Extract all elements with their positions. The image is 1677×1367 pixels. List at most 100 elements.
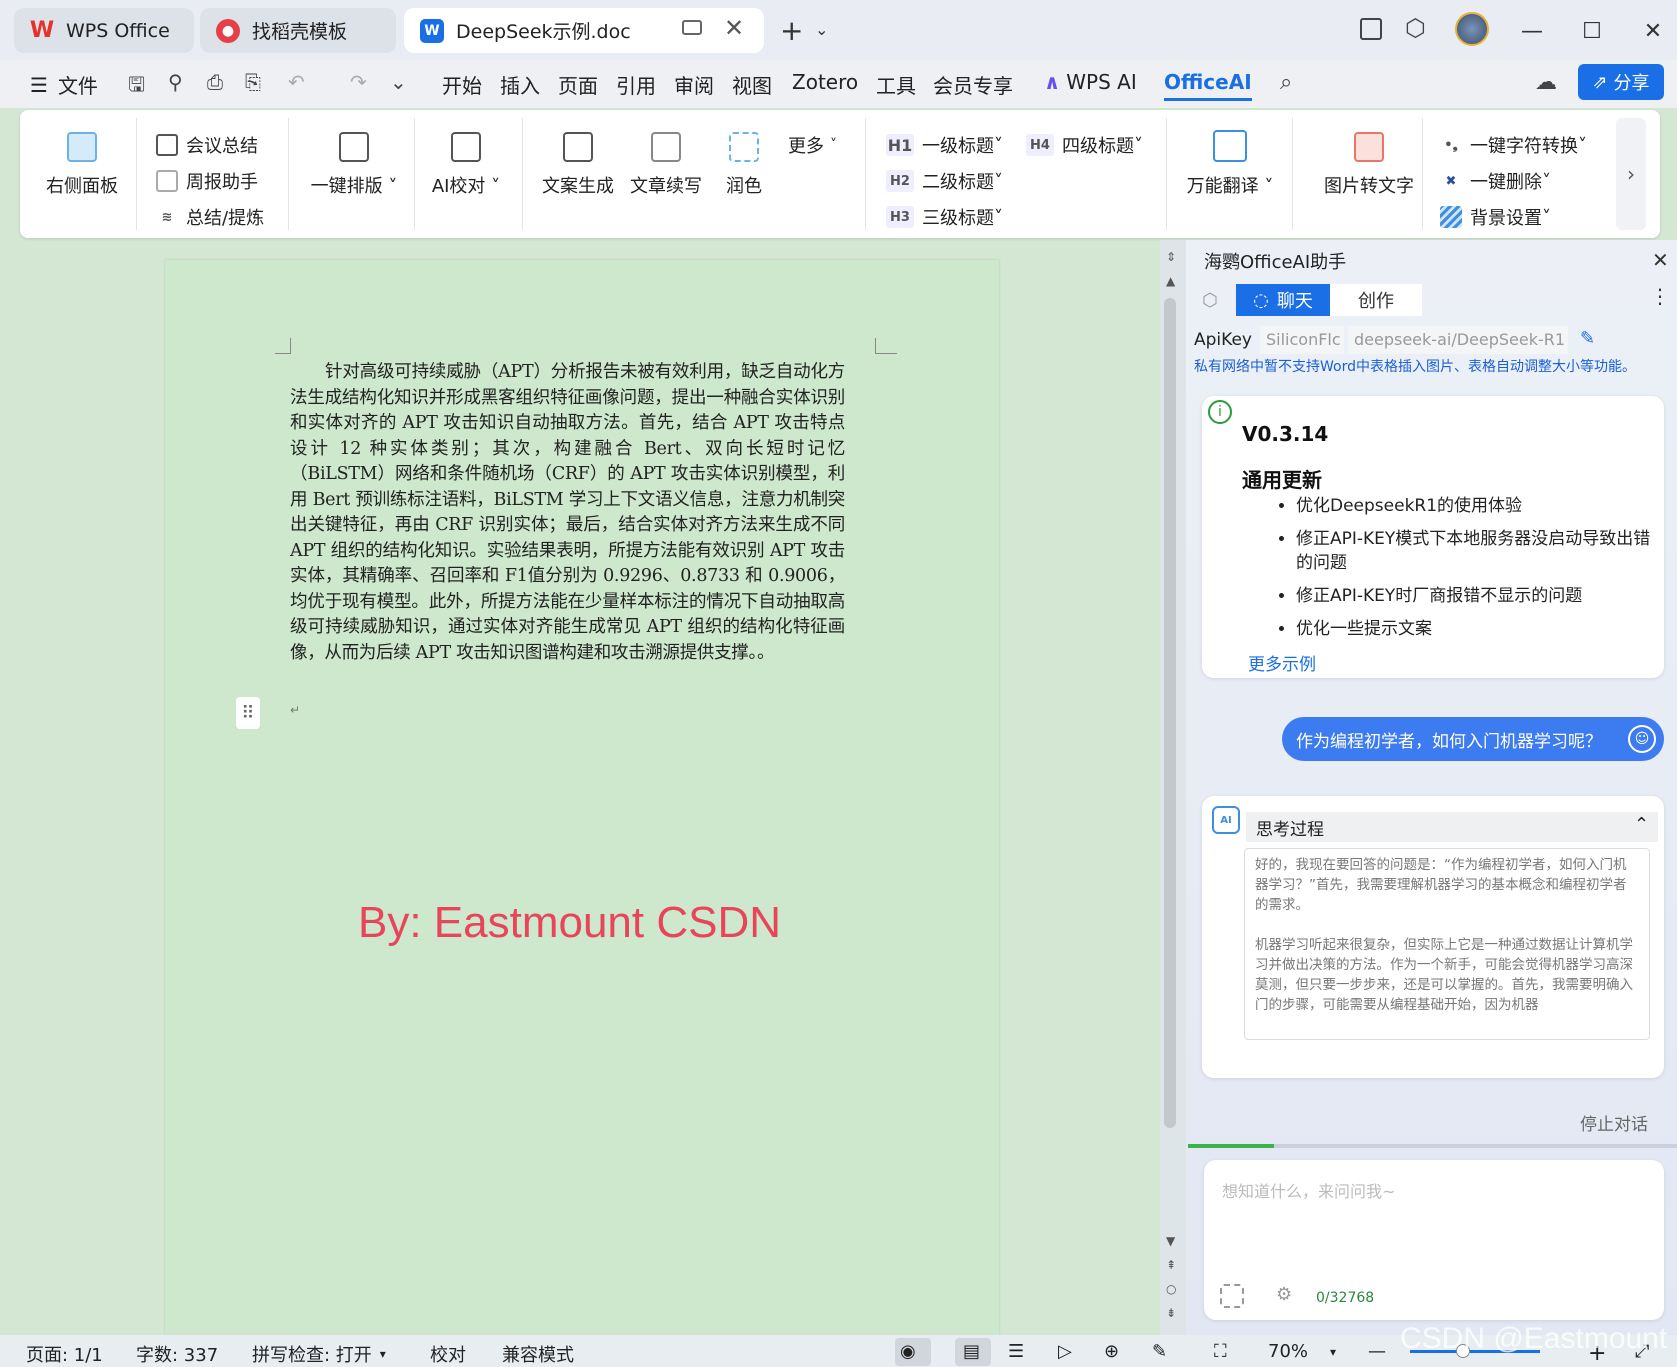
continue-write-button[interactable]: 文章续写 bbox=[628, 132, 704, 198]
panel-title: 海鹦OfficeAI助手 bbox=[1204, 252, 1347, 273]
tab-docer-templates[interactable]: ● 找稻壳模板 bbox=[200, 8, 396, 53]
menu-zotero[interactable]: Zotero bbox=[792, 70, 858, 94]
scroll-down-icon[interactable]: ▼ bbox=[1166, 1234, 1175, 1248]
prev-page-icon[interactable]: ⇞ bbox=[1166, 1258, 1176, 1272]
scroll-thumb[interactable] bbox=[1164, 298, 1176, 1128]
print-preview-icon[interactable]: ⎘ bbox=[245, 70, 261, 94]
more-button[interactable]: 更多 ˅ bbox=[788, 132, 837, 158]
search-icon[interactable]: ⌕ bbox=[1280, 70, 1292, 95]
copy-gen-button[interactable]: 文案生成 bbox=[540, 132, 616, 198]
proofread-button[interactable]: 校对 bbox=[430, 1341, 466, 1367]
maximize-icon[interactable]: ☐ bbox=[1575, 14, 1609, 48]
page-view-icon[interactable]: ▤ bbox=[963, 1341, 980, 1362]
menu-page[interactable]: 页面 bbox=[558, 70, 598, 99]
tab-create[interactable]: 创作 bbox=[1330, 284, 1422, 316]
weekly-helper-button[interactable]: 周报助手 bbox=[156, 168, 258, 194]
tab-chat[interactable]: ◌ 聊天 bbox=[1236, 284, 1330, 316]
more-tools-chevron-icon[interactable]: ⌄ bbox=[390, 70, 407, 94]
save-icon[interactable]: 🖫 bbox=[128, 70, 145, 104]
minimize-icon[interactable]: — bbox=[1515, 14, 1549, 48]
monitor-icon[interactable] bbox=[682, 20, 702, 35]
meeting-summary-button[interactable]: 会议总结 bbox=[156, 132, 258, 158]
menu-officeai[interactable]: OfficeAI bbox=[1164, 70, 1252, 101]
chevron-down-icon[interactable]: ⌄ bbox=[815, 20, 828, 39]
zoom-out-icon[interactable]: — bbox=[1368, 1341, 1386, 1362]
settings-gear-icon[interactable]: ⚙ bbox=[1276, 1284, 1292, 1305]
ribbon-scroll-right-icon[interactable]: › bbox=[1616, 118, 1646, 230]
cube-outline-icon[interactable]: ⬡ bbox=[1202, 290, 1218, 311]
tab-document[interactable]: W DeepSeek示例.doc ✕ bbox=[404, 8, 764, 53]
print-icon[interactable]: ⎙ bbox=[207, 70, 223, 94]
format-painter-icon[interactable]: ⚲ bbox=[168, 70, 183, 94]
h1-button[interactable]: H1 一级标题 ˅ bbox=[886, 132, 1003, 158]
spell-check-toggle[interactable]: 拼写检查: 打开 ▾ bbox=[252, 1341, 386, 1367]
edit-pencil-icon[interactable]: ✎ bbox=[1580, 328, 1595, 349]
more-options-icon[interactable]: ⋮ bbox=[1650, 284, 1670, 308]
new-tab-icon[interactable]: + bbox=[780, 14, 803, 47]
word-count[interactable]: 字数: 337 bbox=[136, 1341, 218, 1367]
ribbon-divider bbox=[1422, 118, 1423, 230]
page-indicator[interactable]: 页面: 1/1 bbox=[26, 1341, 103, 1367]
one-click-layout-button[interactable]: 一键排版 ˅ bbox=[304, 132, 404, 198]
screenshot-icon[interactable] bbox=[1220, 1284, 1244, 1308]
close-window-icon[interactable]: ✕ bbox=[1636, 14, 1670, 48]
menu-member[interactable]: 会员专享 bbox=[933, 70, 1013, 99]
select-browse-icon[interactable]: ○ bbox=[1166, 1282, 1176, 1296]
char-convert-button[interactable]: •❟ 一键字符转换 ˅ bbox=[1440, 132, 1587, 158]
summary-button[interactable]: ≋ 总结/提炼 bbox=[156, 204, 265, 230]
menu-reference[interactable]: 引用 bbox=[616, 70, 656, 99]
menu-insert[interactable]: 插入 bbox=[500, 70, 540, 99]
split-view-icon[interactable]: ⇕ bbox=[1166, 250, 1176, 264]
h1-label: 一级标题 bbox=[922, 136, 994, 157]
window-mode-icon[interactable] bbox=[1360, 18, 1382, 40]
zoom-select[interactable]: 70% ▾ bbox=[1268, 1341, 1336, 1362]
play-icon[interactable]: ▷ bbox=[1058, 1341, 1072, 1362]
undo-icon[interactable]: ↶ bbox=[288, 70, 305, 94]
file-menu[interactable]: ☰ 文件 bbox=[30, 70, 98, 99]
avatar[interactable] bbox=[1455, 12, 1489, 46]
cloud-upload-icon[interactable]: ☁ bbox=[1535, 70, 1557, 95]
drag-handle-icon[interactable]: ⠿ bbox=[236, 697, 260, 729]
close-tab-icon[interactable]: ✕ bbox=[724, 14, 744, 42]
img-to-text-button[interactable]: 图片转文字 bbox=[1306, 132, 1432, 198]
menu-review[interactable]: 审阅 bbox=[674, 70, 714, 99]
polish-button[interactable]: 润色 bbox=[716, 132, 772, 198]
right-panel-button[interactable]: 右侧面板 bbox=[44, 132, 120, 198]
menu-view[interactable]: 视图 bbox=[732, 70, 772, 99]
h3-button[interactable]: H3 三级标题 ˅ bbox=[886, 204, 1003, 230]
layout-label: 一键排版 bbox=[310, 176, 383, 197]
bg-settings-button[interactable]: 背景设置 ˅ bbox=[1440, 204, 1551, 230]
menu-tools[interactable]: 工具 bbox=[876, 70, 916, 99]
thinking-header[interactable]: 思考过程 ⌃ bbox=[1246, 812, 1658, 842]
collapse-chevron-icon[interactable]: ⌃ bbox=[1634, 814, 1649, 835]
cube-icon[interactable]: ⬡ bbox=[1405, 14, 1426, 42]
input-placeholder[interactable]: 想知道什么，来问问我~ bbox=[1222, 1178, 1395, 1202]
h2-button[interactable]: H2 二级标题 ˅ bbox=[886, 168, 1003, 194]
tab-wps-office[interactable]: W WPS Office bbox=[14, 8, 194, 53]
menu-wps-ai[interactable]: ∧ WPS AI bbox=[1044, 70, 1137, 94]
next-page-icon[interactable]: ⇟ bbox=[1166, 1306, 1176, 1320]
pen-icon[interactable]: ✎ bbox=[1152, 1341, 1167, 1362]
web-view-icon[interactable]: ⊕ bbox=[1104, 1341, 1119, 1362]
more-examples-link[interactable]: 更多示例 bbox=[1248, 650, 1316, 675]
ai-proofread-button[interactable]: AI校对 ˅ bbox=[428, 132, 504, 198]
fit-page-icon[interactable]: ⛶ bbox=[1214, 1341, 1227, 1362]
translate-button[interactable]: 万能翻译 ˅ bbox=[1180, 130, 1280, 198]
stop-conversation-button[interactable]: 停止对话 bbox=[1580, 1110, 1648, 1135]
menu-start[interactable]: 开始 bbox=[442, 70, 482, 99]
close-panel-icon[interactable]: ✕ bbox=[1652, 248, 1669, 272]
outline-view-icon[interactable]: ☰ bbox=[1008, 1341, 1024, 1362]
one-click-delete-button[interactable]: ✖ 一键删除 ˅ bbox=[1440, 168, 1551, 194]
provider-select[interactable]: SiliconFlc bbox=[1260, 326, 1344, 354]
scroll-up-icon[interactable]: ▲ bbox=[1166, 274, 1175, 288]
model-select[interactable]: deepseek-ai/DeepSeek-R1 bbox=[1348, 326, 1568, 354]
char-convert-icon: •❟ bbox=[1444, 137, 1458, 153]
redo-icon[interactable]: ↷ bbox=[350, 70, 367, 94]
document-paragraph[interactable]: 针对高级可持续威胁（APT）分析报告未被有效利用，缺乏自动化方法生成结构化知识并… bbox=[290, 360, 845, 666]
eye-protection-icon[interactable]: ◉ bbox=[900, 1341, 916, 1362]
share-button[interactable]: ⇗ 分享 bbox=[1578, 64, 1664, 100]
margin-mark bbox=[875, 338, 897, 354]
csdn-watermark: CSDN @Eastmount bbox=[1400, 1322, 1668, 1355]
h4-button[interactable]: H4 四级标题 ˅ bbox=[1026, 132, 1143, 158]
update-list: 优化DeepseekR1的使用体验 修正API-KEY模式下本地服务器没启动导致… bbox=[1270, 494, 1654, 641]
